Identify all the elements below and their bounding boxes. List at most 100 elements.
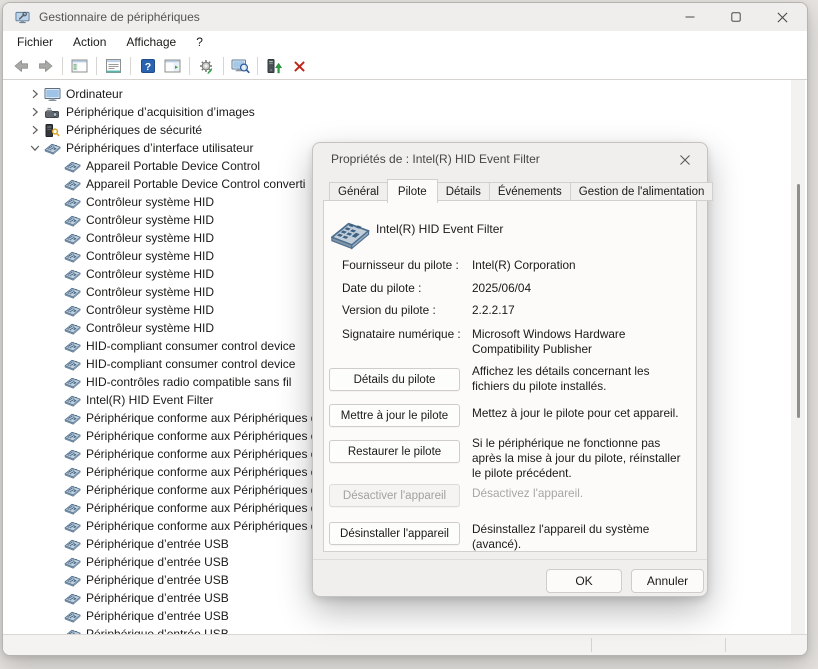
tree-item[interactable]: Périphériques de sécurité	[3, 121, 791, 139]
vertical-scrollbar[interactable]	[791, 80, 805, 634]
field-value: 2.2.2.17	[472, 303, 686, 318]
tree-item-label: Périphérique conforme aux Périphériques …	[86, 411, 317, 425]
toolbar-separator	[257, 57, 258, 75]
cancel-button[interactable]: Annuler	[631, 569, 704, 593]
action-description: Si le périphérique ne fonctionne pas apr…	[472, 436, 690, 481]
help-icon[interactable]: ?	[135, 55, 160, 77]
action-description: Désactivez l'appareil.	[472, 486, 690, 501]
action-description: Mettez à jour le pilote pour cet apparei…	[472, 406, 690, 421]
footer-divider	[313, 559, 707, 560]
menu-item[interactable]: Action	[63, 33, 116, 51]
hid-device-icon	[63, 464, 81, 480]
properties-icon[interactable]	[101, 55, 126, 77]
imaging-device-icon	[43, 104, 61, 120]
chevron-icon[interactable]	[27, 104, 43, 120]
field-label: Date du pilote :	[342, 281, 472, 296]
tree-item[interactable]: Périphérique d’acquisition d’images	[3, 103, 791, 121]
tree-item-label: Périphérique conforme aux Périphériques …	[86, 429, 317, 443]
properties-dialog: Propriétés de : Intel(R) HID Event Filte…	[312, 142, 708, 597]
device-manager-app-icon	[15, 9, 31, 25]
hid-device-icon	[63, 410, 81, 426]
status-bar	[3, 634, 807, 655]
hid-device-icon	[63, 518, 81, 534]
tree-item-label: Appareil Portable Device Control convert…	[86, 177, 305, 191]
tree-item-label: Intel(R) HID Event Filter	[86, 393, 213, 407]
action-description: Affichez les détails concernant les fich…	[472, 364, 690, 394]
scan-hardware-icon[interactable]	[194, 55, 219, 77]
tree-item-label: Contrôleur système HID	[86, 231, 214, 245]
tree-item[interactable]: Périphérique d’entrée USB	[3, 607, 791, 625]
close-icon[interactable]	[759, 3, 805, 31]
maximize-icon[interactable]	[713, 3, 759, 31]
tree-item-label: Périphérique d’entrée USB	[86, 609, 229, 623]
field-label: Signataire numérique :	[342, 327, 472, 356]
update-driver-icon[interactable]	[262, 55, 287, 77]
tab-gestion-alimentation[interactable]: Gestion de l'alimentation	[570, 182, 714, 201]
driver-field: Date du pilote : 2025/06/04	[342, 281, 686, 296]
tree-item-label: Périphérique d’entrée USB	[86, 627, 229, 634]
back-icon[interactable]	[8, 55, 33, 77]
uninstall-device-button[interactable]: Désinstaller l'appareil	[329, 522, 460, 545]
toolbar: ?	[3, 53, 807, 80]
close-icon[interactable]	[675, 151, 695, 169]
ok-button[interactable]: OK	[546, 569, 622, 593]
show-action-pane-icon[interactable]	[160, 55, 185, 77]
menu-item[interactable]: ?	[186, 33, 213, 51]
tab-evenements[interactable]: Événements	[489, 182, 571, 201]
hid-device-icon	[63, 482, 81, 498]
menu-bar: FichierActionAffichage?	[3, 31, 807, 53]
hid-device-icon	[63, 194, 81, 210]
tree-item-label: Périphérique conforme aux Périphériques …	[86, 447, 317, 461]
field-value: Microsoft Windows Hardware Compatibility…	[472, 327, 686, 356]
hid-device-icon	[63, 446, 81, 462]
chevron-icon[interactable]	[27, 140, 43, 156]
tree-item-label: Périphérique d’entrée USB	[86, 573, 229, 587]
tree-item-label: Périphérique conforme aux Périphériques …	[86, 519, 317, 533]
update-driver-button[interactable]: Mettre à jour le pilote	[329, 404, 460, 427]
tree-item-label: Périphérique conforme aux Périphériques …	[86, 501, 317, 515]
toolbar-separator	[96, 57, 97, 75]
field-value: 2025/06/04	[472, 281, 686, 296]
menu-item[interactable]: Affichage	[116, 33, 186, 51]
hid-device-icon	[63, 572, 81, 588]
field-value: Intel(R) Corporation	[472, 258, 686, 273]
hid-device-icon	[63, 626, 81, 634]
scrollbar-thumb[interactable]	[797, 184, 800, 418]
hid-device-icon	[63, 230, 81, 246]
show-console-tree-icon[interactable]	[67, 55, 92, 77]
tree-item-label: Périphérique d’acquisition d’images	[66, 105, 255, 119]
hid-device-icon	[63, 608, 81, 624]
hid-device-icon	[63, 212, 81, 228]
chevron-icon[interactable]	[27, 122, 43, 138]
field-label: Fournisseur du pilote :	[342, 258, 472, 273]
uninstall-device-icon[interactable]	[287, 55, 312, 77]
tab-pilote[interactable]: Pilote	[387, 179, 438, 203]
search-computer-icon[interactable]	[228, 55, 253, 77]
tree-item[interactable]: Périphérique d’entrée USB	[3, 625, 791, 634]
tree-item-label: HID-compliant consumer control device	[86, 339, 295, 353]
action-description: Désinstallez l'appareil du système (avan…	[472, 522, 690, 552]
roll-back-driver-button[interactable]: Restaurer le pilote	[329, 440, 460, 463]
disable-device-button[interactable]: Désactiver l'appareil	[329, 484, 460, 507]
window-controls	[667, 3, 805, 31]
menu-item[interactable]: Fichier	[7, 33, 63, 51]
dialog-title: Propriétés de : Intel(R) HID Event Filte…	[331, 152, 540, 166]
svg-text:?: ?	[144, 61, 150, 73]
tab-details[interactable]: Détails	[437, 182, 490, 201]
hid-device-icon	[63, 374, 81, 390]
tree-item-label: Contrôleur système HID	[86, 267, 214, 281]
minimize-icon[interactable]	[667, 3, 713, 31]
hid-device-icon	[63, 338, 81, 354]
title-bar[interactable]: Gestionnaire de périphériques	[3, 3, 807, 31]
tab-general[interactable]: Général	[329, 182, 388, 201]
tree-item-label: Périphérique d’entrée USB	[86, 555, 229, 569]
hid-device-icon	[43, 140, 61, 156]
forward-icon[interactable]	[33, 55, 58, 77]
driver-action-row: Mettre à jour le pilote Mettez à jour le…	[324, 404, 696, 434]
tree-item-label: Contrôleur système HID	[86, 195, 214, 209]
tree-item[interactable]: Ordinateur	[3, 85, 791, 103]
hid-device-icon	[63, 500, 81, 516]
chevron-icon[interactable]	[27, 86, 43, 102]
hid-device-icon	[63, 392, 81, 408]
driver-details-button[interactable]: Détails du pilote	[329, 368, 460, 391]
